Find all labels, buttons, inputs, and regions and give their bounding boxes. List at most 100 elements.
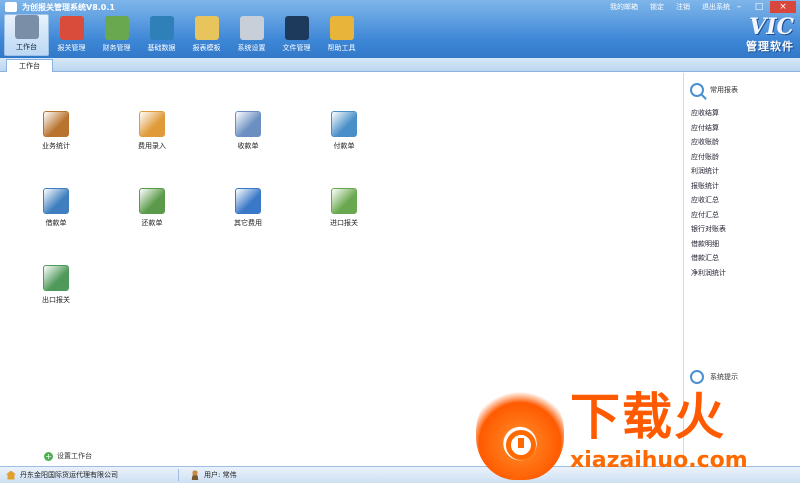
toolbar-button-5[interactable]: 系统设置 <box>229 14 274 56</box>
shortcut-label: 进口报关 <box>330 219 358 227</box>
desk-icon <box>14 15 39 39</box>
report-item[interactable]: 应收账龄 <box>691 135 726 150</box>
maximize-button[interactable]: □ <box>750 1 768 13</box>
top-links: 我的邮箱 锁定 注销 退出系统 <box>610 2 730 12</box>
user-name: 用户: 常伟 <box>204 471 237 479</box>
toolbar-label: 报关管理 <box>57 44 86 52</box>
shortcut-label: 出口报关 <box>42 296 70 304</box>
logout-link[interactable]: 注销 <box>676 2 690 12</box>
shortcut-8[interactable]: 出口报关 <box>26 265 86 305</box>
shortcut-6[interactable]: 其它费用 <box>218 188 278 228</box>
lock-link[interactable]: 锁定 <box>650 2 664 12</box>
toolbar-label: 财务管理 <box>102 44 131 52</box>
window-controls: – □ × <box>730 1 796 13</box>
shortcut-3[interactable]: 付款单 <box>314 111 374 151</box>
home-icon <box>6 470 16 480</box>
customs-icon <box>59 16 84 40</box>
report-list: 应收结算 应付结算 应收账龄 应付账龄 利润统计 报账统计 应收汇总 应付汇总 银行对账表 借款明… <box>691 106 726 280</box>
import-customs-icon <box>331 188 357 214</box>
status-user: 用户: 常伟 <box>190 470 237 480</box>
company-name: 丹东金阳国际货运代理有限公司 <box>20 471 118 479</box>
brand-logo: VIC 管理软件 <box>746 16 794 54</box>
toolbar-button-7[interactable]: 帮助工具 <box>319 14 364 56</box>
user-icon <box>190 470 200 480</box>
toolbar-label: 系统设置 <box>237 44 266 52</box>
report-item[interactable]: 应付汇总 <box>691 208 726 223</box>
report-template-icon <box>194 16 219 40</box>
loan-icon <box>43 188 69 214</box>
setup-workspace-label: 设置工作台 <box>57 452 92 460</box>
close-button[interactable]: × <box>770 1 796 13</box>
report-item[interactable]: 借款明细 <box>691 237 726 252</box>
reports-heading-label: 常用报表 <box>710 86 738 94</box>
shortcut-5[interactable]: 还款单 <box>122 188 182 228</box>
brand-vic: VIC <box>749 14 794 40</box>
report-item[interactable]: 报账统计 <box>691 179 726 194</box>
toolbar-label: 工作台 <box>16 43 37 51</box>
minimize-button[interactable]: – <box>730 1 748 13</box>
export-customs-icon <box>43 265 69 291</box>
database-icon <box>149 16 174 40</box>
status-bar: 丹东金阳国际货运代理有限公司 用户: 常伟 <box>0 466 800 483</box>
status-company: 丹东金阳国际货运代理有限公司 <box>6 470 118 480</box>
brand-subtitle: 管理软件 <box>746 40 794 53</box>
right-panel: 常用报表 应收结算 应付结算 应收账龄 应付账龄 利润统计 报账统计 应收汇总 应付汇总 银行对… <box>683 73 800 466</box>
shortcut-label: 费用录入 <box>138 142 166 150</box>
toolbar-button-2[interactable]: 财务管理 <box>94 14 139 56</box>
shortcut-label: 业务统计 <box>42 142 70 150</box>
shortcut-label: 其它费用 <box>234 219 262 227</box>
shortcut-2[interactable]: 收款单 <box>218 111 278 151</box>
report-item[interactable]: 借款汇总 <box>691 251 726 266</box>
shortcut-label: 收款单 <box>237 142 259 150</box>
receipt-icon <box>235 111 261 137</box>
shortcut-label: 借款单 <box>45 219 67 227</box>
toolbar-label: 文件管理 <box>282 44 311 52</box>
report-item[interactable]: 净利润统计 <box>691 266 726 281</box>
toolbar-button-0[interactable]: 工作台 <box>4 14 49 56</box>
report-item[interactable]: 利润统计 <box>691 164 726 179</box>
gear-icon <box>239 16 264 40</box>
shortcut-label: 付款单 <box>333 142 355 150</box>
reports-heading: 常用报表 <box>690 83 738 97</box>
file-icon <box>284 16 309 40</box>
toolbar-button-4[interactable]: 报表模板 <box>184 14 229 56</box>
toolbar-button-6[interactable]: 文件管理 <box>274 14 319 56</box>
business-stats-icon <box>43 111 69 137</box>
shortcut-7[interactable]: 进口报关 <box>314 188 374 228</box>
app-logo-icon <box>5 2 17 12</box>
help-tools-icon <box>329 16 354 40</box>
shortcut-0[interactable]: 业务统计 <box>26 111 86 151</box>
shortcut-label: 还款单 <box>141 219 163 227</box>
status-divider <box>178 469 179 481</box>
clock-icon <box>690 370 704 384</box>
toolbar-button-3[interactable]: 基础数据 <box>139 14 184 56</box>
toolbar-label: 报表模板 <box>192 44 221 52</box>
workspace: + 设置工作台 业务统计 费用录入 收款单 付款单借款单 还款单 其它费用 进口报关出口报关 <box>0 73 682 466</box>
app-title: 为创报关管理系统V8.0.1 <box>22 3 115 12</box>
expense-entry-icon <box>139 111 165 137</box>
title-toolbar-band: 为创报关管理系统V8.0.1 我的邮箱 锁定 注销 退出系统 – □ × 工作台… <box>0 0 800 58</box>
other-expense-icon <box>235 188 261 214</box>
repayment-icon <box>139 188 165 214</box>
setup-workspace-button[interactable]: + 设置工作台 <box>44 451 92 461</box>
magnifier-icon <box>690 83 704 97</box>
tab-workbench[interactable]: 工作台 <box>6 59 53 72</box>
app-window: 为创报关管理系统V8.0.1 我的邮箱 锁定 注销 退出系统 – □ × 工作台… <box>0 0 800 483</box>
report-item[interactable]: 应付结算 <box>691 121 726 136</box>
system-tip-label: 系统提示 <box>710 373 738 381</box>
finance-icon <box>104 16 129 40</box>
shortcut-1[interactable]: 费用录入 <box>122 111 182 151</box>
exit-link[interactable]: 退出系统 <box>702 2 730 12</box>
toolbar-label: 基础数据 <box>147 44 176 52</box>
tab-strip: 工作台 <box>0 58 800 72</box>
report-item[interactable]: 应收汇总 <box>691 193 726 208</box>
toolbar-button-1[interactable]: 报关管理 <box>49 14 94 56</box>
plus-icon: + <box>44 451 53 461</box>
shortcut-4[interactable]: 借款单 <box>26 188 86 228</box>
payment-icon <box>331 111 357 137</box>
system-tip-heading: 系统提示 <box>690 370 738 384</box>
report-item[interactable]: 银行对账表 <box>691 222 726 237</box>
report-item[interactable]: 应付账龄 <box>691 150 726 165</box>
report-item[interactable]: 应收结算 <box>691 106 726 121</box>
mailbox-link[interactable]: 我的邮箱 <box>610 2 638 12</box>
